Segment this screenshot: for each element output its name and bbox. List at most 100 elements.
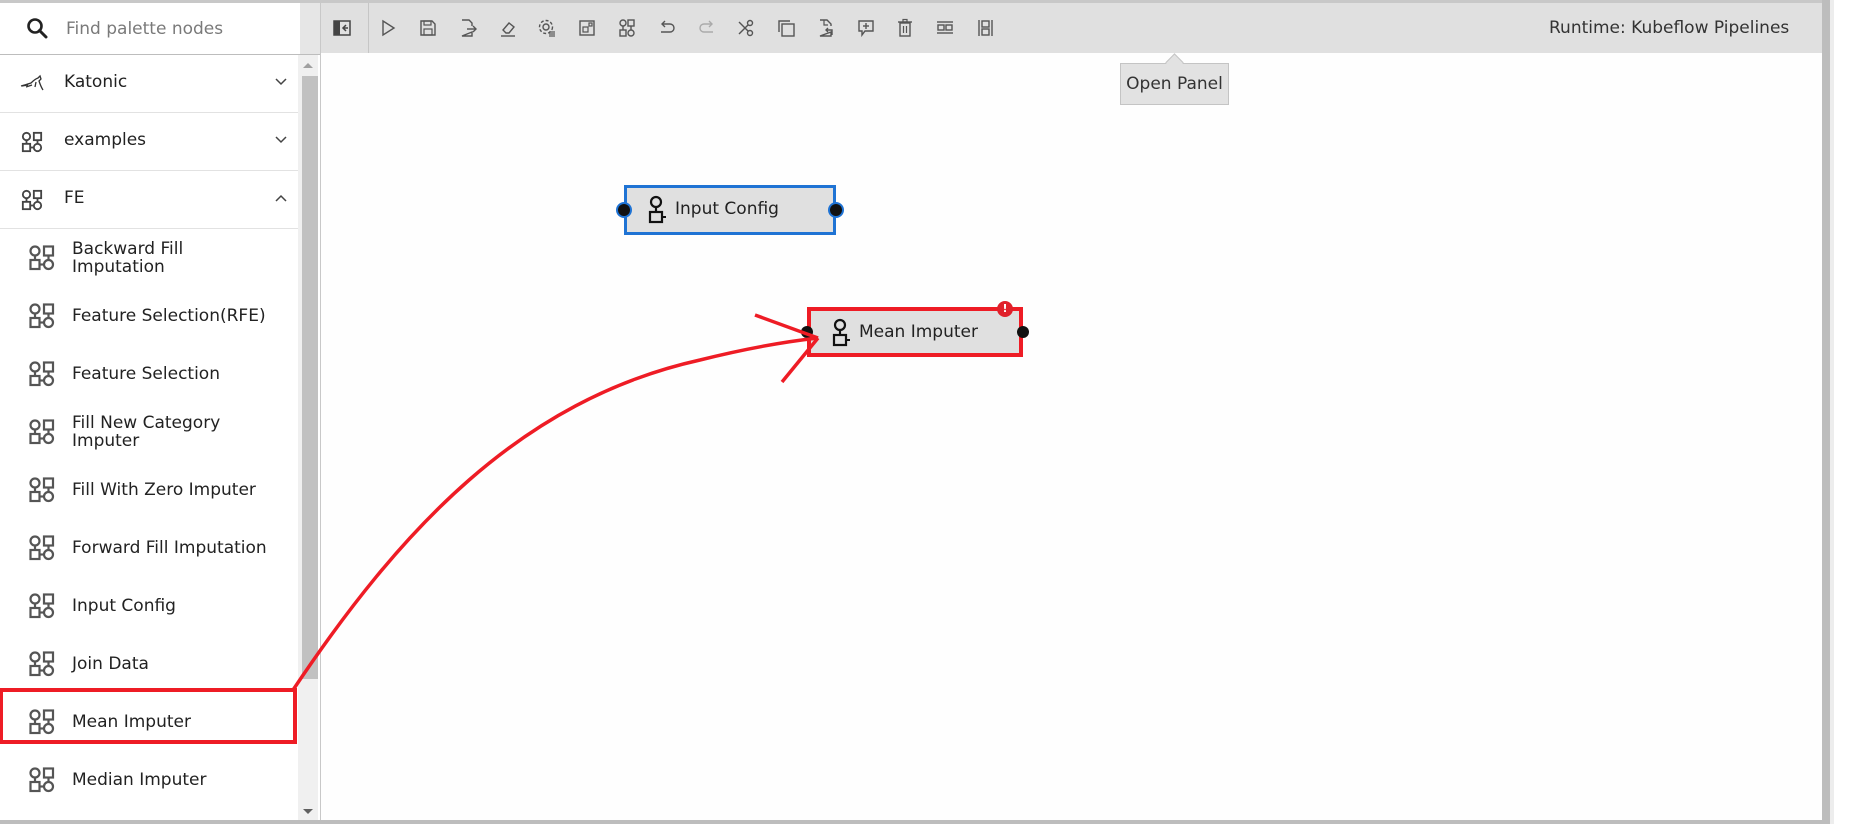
node-label: Input Config	[675, 199, 779, 219]
palette-node-label-line: Backward Fill	[72, 239, 184, 259]
palette-node-label: Fill With Zero Imputer	[72, 481, 256, 499]
palette-node-item[interactable]: Mean Imputer	[0, 693, 298, 751]
pipeline-node-icon	[28, 766, 56, 794]
panel-left-icon	[333, 20, 351, 36]
pipeline-node-icon	[28, 592, 56, 620]
pipeline-nodes-icon	[619, 19, 635, 37]
palette-node-item[interactable]: Median Imputer	[0, 751, 298, 809]
pipeline-node-icon	[28, 244, 56, 272]
palette-node-label-line: Fill New Category	[72, 413, 221, 433]
open-panel-tooltip: Open Panel	[1120, 63, 1229, 105]
arrange-horizontal-icon	[937, 21, 953, 34]
undo-icon	[661, 20, 675, 33]
runtime-label: Runtime: Kubeflow Pipelines	[1549, 18, 1790, 38]
node-icon	[832, 318, 850, 347]
chevron-up-icon	[275, 194, 287, 202]
search-rail	[300, 3, 320, 54]
pipeline-node-icon	[28, 708, 56, 736]
pipeline-node-icon	[28, 418, 56, 446]
palette-node-item[interactable]: Fill With Zero Imputer	[0, 461, 298, 519]
palette-sidebar: Katonic examples FE	[0, 3, 321, 820]
pipeline-node-icon	[28, 302, 56, 330]
open-palette-button[interactable]	[329, 15, 355, 41]
palette-category-label: examples	[64, 130, 147, 150]
comment-add-icon	[858, 20, 874, 38]
pipeline-node-icon	[28, 360, 56, 388]
palette-node-label-line: Feature Selection	[72, 364, 220, 384]
palette-category-katonic[interactable]: Katonic	[0, 55, 298, 113]
node-icon	[648, 195, 666, 224]
palette-node-label: Backward Fill Imputation	[72, 240, 183, 276]
palette-node-label: Join Data	[72, 655, 149, 673]
palette-node-item[interactable]: Feature Selection(RFE)	[0, 287, 298, 345]
palette-category-examples[interactable]: examples	[0, 113, 298, 171]
palette-node-item[interactable]: Feature Selection	[0, 345, 298, 403]
pipeline-node-icon	[28, 534, 56, 562]
redo-icon	[699, 20, 713, 33]
palette-node-label: Mean Imputer	[72, 713, 191, 731]
palette-node-label: Feature Selection(RFE)	[72, 307, 266, 325]
palette-category-fe[interactable]: FE	[0, 171, 298, 229]
search-icon	[27, 18, 48, 39]
palette-node-item[interactable]: Join Data	[0, 635, 298, 693]
save-pipeline-button[interactable]	[415, 15, 441, 41]
palette-node-label: Feature Selection	[72, 365, 220, 383]
save-icon	[420, 20, 436, 36]
palette-node-item[interactable]: Input Config	[0, 577, 298, 635]
window-right-edge-light	[1830, 0, 1834, 824]
open-runtimes-button[interactable]	[534, 15, 560, 41]
run-pipeline-button[interactable]	[375, 15, 401, 41]
palette-node-label-line: Mean Imputer	[72, 712, 191, 732]
palette-category-label: FE	[64, 188, 85, 208]
input-port[interactable]	[618, 204, 630, 216]
palette-node-item[interactable]: Fill New Category Imputer	[0, 403, 298, 461]
export-pipeline-button[interactable]	[455, 15, 481, 41]
palette-scrollbar-thumb[interactable]	[302, 76, 318, 679]
undo-button[interactable]	[654, 15, 680, 41]
clear-pipeline-button[interactable]	[495, 15, 521, 41]
palette-search-input[interactable]	[64, 13, 308, 45]
output-port[interactable]	[830, 204, 842, 216]
scroll-down-arrow-icon[interactable]	[303, 809, 313, 814]
window-right-edge	[1822, 0, 1830, 824]
palette-node-item[interactable]: Forward Fill Imputation	[0, 519, 298, 577]
add-comment-button[interactable]	[853, 15, 879, 41]
palette-category-label: Katonic	[64, 72, 128, 92]
cut-button[interactable]	[733, 15, 759, 41]
window-bottom-edge	[0, 820, 1830, 824]
palette-node-label-line: Fill With Zero Imputer	[72, 480, 256, 500]
palette-node-item[interactable]: Backward Fill Imputation	[0, 229, 298, 287]
runtime-images-icon	[579, 20, 595, 36]
canvas-node-mean-imputer[interactable]: Mean Imputer !	[801, 301, 1029, 357]
redo-button[interactable]	[694, 15, 720, 41]
pipeline-nodes-icon	[21, 189, 43, 211]
palette-node-label-line: Join Data	[72, 654, 149, 674]
palette-node-label-line: Feature Selection(RFE)	[72, 306, 266, 326]
toolbar-separator	[368, 3, 369, 53]
palette-list: Katonic examples FE Backward Fill Imputa…	[0, 55, 298, 820]
palette-node-label: Fill New Category Imputer	[72, 414, 220, 450]
input-port[interactable]	[801, 326, 813, 338]
chevron-down-icon	[275, 78, 287, 86]
palette-node-label: Median Imputer	[72, 771, 207, 789]
palette-node-label: Input Config	[72, 597, 176, 615]
arrange-vertical-button[interactable]	[972, 15, 998, 41]
pipeline-node-icon	[28, 650, 56, 678]
pipeline-canvas[interactable]: Input Config Mean Imputer !	[321, 53, 1822, 820]
paste-icon	[819, 19, 833, 37]
canvas-node-input-config[interactable]: Input Config	[618, 185, 842, 235]
arrange-horizontal-button[interactable]	[932, 15, 958, 41]
output-port[interactable]	[1017, 326, 1029, 338]
paste-button[interactable]	[813, 15, 839, 41]
scroll-up-arrow-icon[interactable]	[303, 63, 313, 68]
palette-node-label-line: Input Config	[72, 596, 176, 616]
pipeline-toolbar: Runtime: Kubeflow Pipelines	[321, 3, 1822, 53]
open-component-catalogs-button[interactable]	[614, 15, 640, 41]
delete-button[interactable]	[892, 15, 918, 41]
pipeline-node-icon	[28, 476, 56, 504]
copy-button[interactable]	[773, 15, 799, 41]
trash-icon	[898, 18, 912, 37]
open-runtime-images-button[interactable]	[574, 15, 600, 41]
node-error-indicator-icon[interactable]: !	[997, 301, 1013, 317]
eraser-icon	[501, 22, 515, 37]
